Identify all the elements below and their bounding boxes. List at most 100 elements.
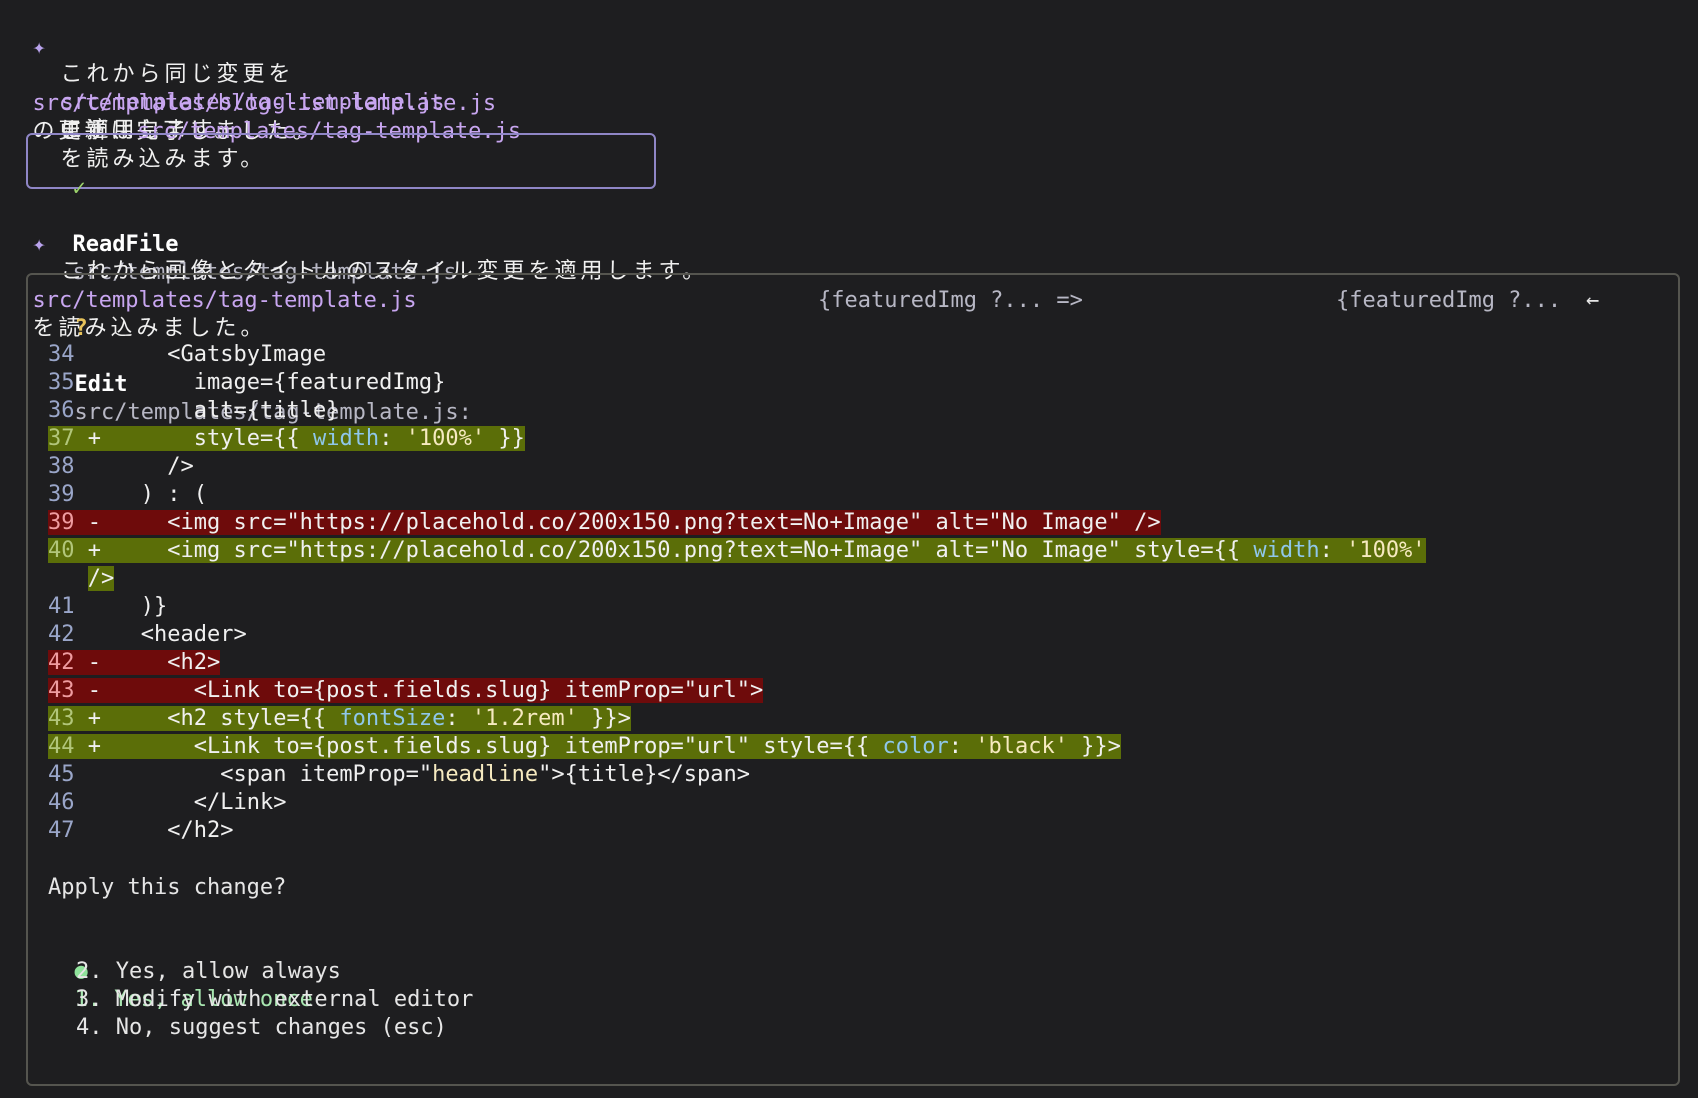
diff-line: 40 + <img src="https://placehold.co/200x… (48, 537, 1426, 565)
code-text: /> (88, 566, 115, 591)
diff-marker: + (87, 538, 115, 563)
line-number: 37 (48, 426, 88, 451)
line-number: 47 (48, 818, 88, 843)
code-text: <Link to={post.fields.slug} itemProp="ur… (114, 678, 764, 703)
diff-line: 35 image={featuredImg} (48, 369, 445, 397)
code-token: ) : ( (140, 482, 207, 507)
code-text: alt={title} (114, 398, 340, 423)
line-number: 45 (48, 762, 88, 787)
diff-marker (88, 482, 115, 507)
code-token: : (379, 426, 406, 451)
code-text: )} (114, 594, 168, 619)
diff-marker (88, 622, 115, 647)
old-snippet: {featuredImg ?... => (818, 288, 1083, 313)
code-text: ) : ( (114, 482, 207, 507)
line-number: 43 (48, 706, 88, 731)
diff-marker (88, 790, 115, 815)
arrow-left-icon: ← (1586, 288, 1600, 313)
edit-header: ? Edit src/templates/tag-template.js: (48, 287, 472, 425)
line-number: 39 (48, 482, 88, 507)
code-token: '100%' (405, 426, 486, 451)
code-token: <Link to={post.fields.slug} itemProp="ur… (193, 678, 764, 703)
diff-line: 43 + <h2 style={{ fontSize: '1.2rem' }}> (48, 705, 631, 733)
diff-line: 39 - <img src="https://placehold.co/200x… (48, 509, 1161, 537)
diff-marker (88, 594, 115, 619)
option-allow-once[interactable]: ● 1. Yes, allow once (48, 930, 313, 1012)
diff-marker (88, 454, 115, 479)
option-allow-always[interactable]: 2. Yes, allow always (76, 958, 341, 986)
code-text: <header> (114, 622, 247, 647)
code-text: </Link> (114, 790, 287, 815)
assistant-message-1: ✦ src/templates/blog-list-template.js の更… (6, 6, 497, 144)
diff-line: /> (48, 565, 115, 593)
code-token: width (1253, 538, 1320, 563)
diff-marker: + (87, 734, 115, 759)
code-token: <span itemProp=" (220, 762, 433, 787)
code-text: </h2> (114, 818, 233, 843)
diff-line: 39 ) : ( (48, 481, 207, 509)
apply-prompt: Apply this change? (48, 875, 287, 900)
line-number: 43 (48, 678, 88, 703)
diff-marker (88, 370, 115, 395)
assistant-message-3: まず、src/templates/tag-template.js を読み込みます… (60, 119, 522, 172)
code-token: }}> (577, 706, 631, 731)
line-number: 35 (48, 370, 88, 395)
code-text: <img src="https://placehold.co/200x150.p… (114, 538, 1425, 563)
line-number: 40 (48, 538, 88, 563)
diff-line: 42 - <h2> (48, 649, 221, 677)
code-text: /> (114, 454, 194, 479)
code-token: }}> (1067, 734, 1121, 759)
diff-marker: - (87, 678, 115, 703)
code-token: /> (167, 454, 194, 479)
code-text: <GatsbyImage (114, 342, 326, 367)
code-token: <h2 style={{ (167, 706, 340, 731)
code-token: : (1319, 538, 1347, 563)
diff-line: 41 )} (48, 593, 167, 621)
line-number: 42 (48, 650, 88, 675)
line-number: 41 (48, 594, 88, 619)
code-token: )} (140, 594, 168, 619)
diff-line: 45 <span itemProp="headline">{title}</sp… (48, 761, 750, 789)
diff-marker: + (87, 426, 115, 451)
code-text: style={{ width: '100%' }} (114, 426, 525, 451)
question-icon: ? (74, 316, 88, 341)
code-token: <header> (140, 622, 247, 647)
code-token: <img src="https://placehold.co/200x150.p… (167, 510, 1161, 535)
code-token: : (948, 734, 976, 759)
code-text: <span itemProp="headline">{title}</span> (114, 762, 750, 787)
code-token: /> (87, 566, 115, 591)
code-token: fontSize (339, 706, 446, 731)
assistant-message-2: これから同じ変更を src/templates/tag-template.js … (60, 62, 445, 143)
code-text: <Link to={post.fields.slug} itemProp="ur… (114, 734, 1121, 759)
diff-line: 42 <header> (48, 621, 247, 649)
diff-line: 38 /> (48, 453, 194, 481)
option-external-editor[interactable]: 3. Modify with external editor (76, 986, 473, 1014)
diff-marker (88, 818, 115, 843)
new-snippet: {featuredImg ?... (1336, 288, 1562, 313)
diff-marker (88, 762, 115, 787)
code-token: image={featuredImg} (193, 370, 446, 395)
code-text: <img src="https://placehold.co/200x150.p… (114, 510, 1160, 535)
code-token: color (882, 734, 949, 759)
code-token: </Link> (193, 790, 287, 815)
line-number: 44 (48, 734, 88, 759)
line-number: 46 (48, 790, 88, 815)
code-token: 'black' (975, 734, 1068, 759)
option-suggest-changes[interactable]: 4. No, suggest changes (esc) (76, 1014, 447, 1042)
diff-marker: + (87, 706, 115, 731)
diff-line: 34 <GatsbyImage (48, 341, 326, 369)
diff-line: 36 alt={title} (48, 397, 339, 425)
code-token: <Link to={post.fields.slug} itemProp="ur… (193, 734, 883, 759)
line-number: 34 (48, 342, 88, 367)
code-token: <GatsbyImage (167, 342, 327, 367)
code-token: '1.2rem' (471, 706, 578, 731)
code-token: alt={title} (193, 398, 340, 423)
code-token: ">{title}</span> (538, 762, 751, 787)
code-text: <h2> (114, 650, 220, 675)
code-token: style={{ (193, 426, 313, 451)
diff-marker: - (87, 510, 115, 535)
assistant-message-5: これから画像とタイトルのスタイル変更を適用します。 (60, 259, 709, 284)
code-token: : (445, 706, 472, 731)
line-number: 42 (48, 622, 88, 647)
code-text: <h2 style={{ fontSize: '1.2rem' }}> (114, 706, 631, 731)
